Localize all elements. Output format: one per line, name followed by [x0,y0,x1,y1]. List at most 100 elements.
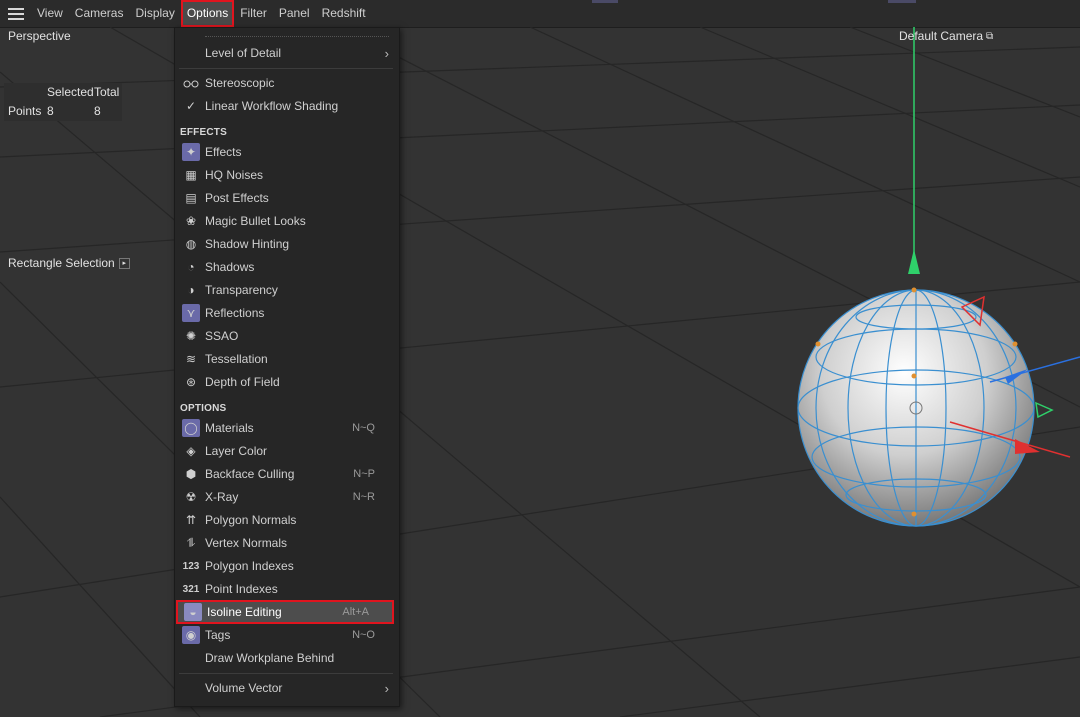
clapper-icon: ▤ [185,191,197,205]
tool-label: Rectangle Selection [8,256,115,270]
index-123-icon: 123 [182,560,200,572]
normals-icon: ⇈ [185,513,197,527]
section-header-effects: EFFECTS [180,127,227,138]
menu-item-tessellation[interactable]: ≋ Tessellation [175,348,399,370]
divider [179,673,393,674]
menu-view[interactable]: View [31,0,69,27]
tool-expand-icon[interactable]: ▸ [118,257,130,269]
menu-item-materials[interactable]: ◯ Materials N~Q [175,417,399,439]
menu-item-label: Polygon Indexes [205,559,294,573]
lock-camera-icon[interactable]: ⧉ [986,31,993,42]
menu-item-label: Isoline Editing [207,605,282,619]
layers-icon: ◈ [186,444,196,458]
stats-selected-value: 8 [47,104,54,118]
camera-label: Default Camera [899,29,984,43]
menu-item-magic-bullet-looks[interactable]: ❀ Magic Bullet Looks [175,210,399,232]
menu-item-post-effects[interactable]: ▤ Post Effects [175,187,399,209]
menu-item-effects[interactable]: ✦ Effects [175,141,399,163]
sphere-object [797,287,1035,527]
menu-item-label: Reflections [205,306,265,320]
blank-icon [181,679,201,697]
shortcut-label: Alt+A [342,606,369,618]
menu-display[interactable]: Display [129,0,180,27]
menu-item-reflections[interactable]: ⋎ Reflections [175,302,399,324]
menu-redshift[interactable]: Redshift [316,0,372,27]
menu-item-label: Point Indexes [205,582,278,596]
menu-item-linear-workflow[interactable]: ✓ Linear Workflow Shading [175,95,399,117]
shortcut-label: N~R [352,491,375,503]
perspective-viewport[interactable]: Perspective Default Camera ⧉ Selected To… [0,27,1080,717]
blank-icon [181,649,201,667]
hamburger-menu-icon[interactable] [8,7,24,20]
menu-item-label: Polygon Normals [205,513,297,527]
menu-item-label: Vertex Normals [205,536,288,550]
menu-item-label: HQ Noises [205,168,264,182]
ssao-icon: ✺ [185,329,197,343]
menu-item-polygon-normals[interactable]: ⇈ Polygon Normals [175,509,399,531]
menu-item-polygon-indexes[interactable]: 123 Polygon Indexes [175,555,399,577]
menu-item-vertex-normals[interactable]: ⥮ Vertex Normals [175,532,399,554]
aperture-icon: ⊛ [185,375,197,389]
shortcut-label: N~O [352,629,375,641]
index-321-icon: 321 [182,583,200,595]
menu-item-point-indexes[interactable]: 321 Point Indexes [175,578,399,600]
menu-item-transparency[interactable]: ◑ Transparency [175,279,399,301]
section-header-options: OPTIONS [180,403,227,414]
xray-icon: ☢ [185,490,197,504]
noise-icon: ▦ [185,168,197,182]
menu-item-x-ray[interactable]: ☢ X-Ray N~R [175,486,399,508]
shadow-icon: ◔ [187,260,195,274]
menu-item-stereoscopic[interactable]: Stereoscopic [175,72,399,94]
menu-item-tags[interactable]: ◉ Tags N~O [175,624,399,646]
menu-item-label: Shadow Hinting [205,237,290,251]
viewport-grid [0,27,1080,717]
viewport-menubar: View Cameras Display Options Filter Pane… [0,0,1080,28]
waves-icon: ≋ [185,352,197,366]
chevron-right-icon: › [384,680,389,696]
isoline-icon: ◒ [184,603,202,621]
menu-item-label: X-Ray [205,490,239,504]
menu-item-ssao[interactable]: ✺ SSAO [175,325,399,347]
bullet-icon: ❀ [185,214,197,228]
menu-item-label: Tags [205,628,231,642]
menu-filter[interactable]: Filter [234,0,273,27]
half-circle-icon: ◑ [187,283,195,297]
menu-item-label: Materials [205,421,254,435]
stats-panel: Selected Total Points 8 8 [4,83,122,121]
vertex-normals-icon: ⥮ [186,535,196,550]
stats-row-label: Points [8,104,42,118]
divider [179,68,393,69]
menu-item-level-of-detail[interactable]: Level of Detail › [175,42,399,64]
camera-label-group[interactable]: Default Camera ⧉ [899,29,993,43]
menu-item-isoline-editing[interactable]: ◒ Isoline Editing Alt+A [176,600,394,624]
blank-icon [181,44,201,62]
menu-item-label: Backface Culling [205,467,295,481]
menu-item-label: SSAO [205,329,239,343]
reflection-icon: ⋎ [182,304,200,322]
chevron-right-icon: › [384,45,389,61]
menu-item-label: Shadows [205,260,255,274]
menu-item-draw-workplane-behind[interactable]: Draw Workplane Behind [175,647,399,669]
menu-item-shadow-hinting[interactable]: ◍ Shadow Hinting [175,233,399,255]
shortcut-label: N~Q [352,422,375,434]
menu-item-depth-of-field[interactable]: ⊛ Depth of Field [175,371,399,393]
tear-off-grip[interactable] [205,36,389,39]
menu-item-backface-culling[interactable]: ⬢ Backface Culling N~P [175,463,399,485]
eye-icon: ◉ [182,626,200,644]
tool-label-group[interactable]: Rectangle Selection ▸ [8,256,130,270]
menu-item-label: Post Effects [205,191,269,205]
menu-panel[interactable]: Panel [273,0,316,27]
glasses-icon [181,74,201,92]
toolbar-strip [592,0,618,3]
menu-item-label: Layer Color [205,444,268,458]
viewport-label[interactable]: Perspective [8,29,71,43]
menu-item-label: Level of Detail [205,46,282,60]
shadow-hint-icon: ◍ [185,237,197,251]
menu-item-volume-vector[interactable]: Volume Vector › [175,677,399,699]
menu-item-hq-noises[interactable]: ▦ HQ Noises [175,164,399,186]
menu-cameras[interactable]: Cameras [69,0,130,27]
menu-item-layer-color[interactable]: ◈ Layer Color [175,440,399,462]
menu-options[interactable]: Options [180,0,235,27]
stats-total-value: 8 [94,104,101,118]
menu-item-shadows[interactable]: ◔ Shadows [175,256,399,278]
